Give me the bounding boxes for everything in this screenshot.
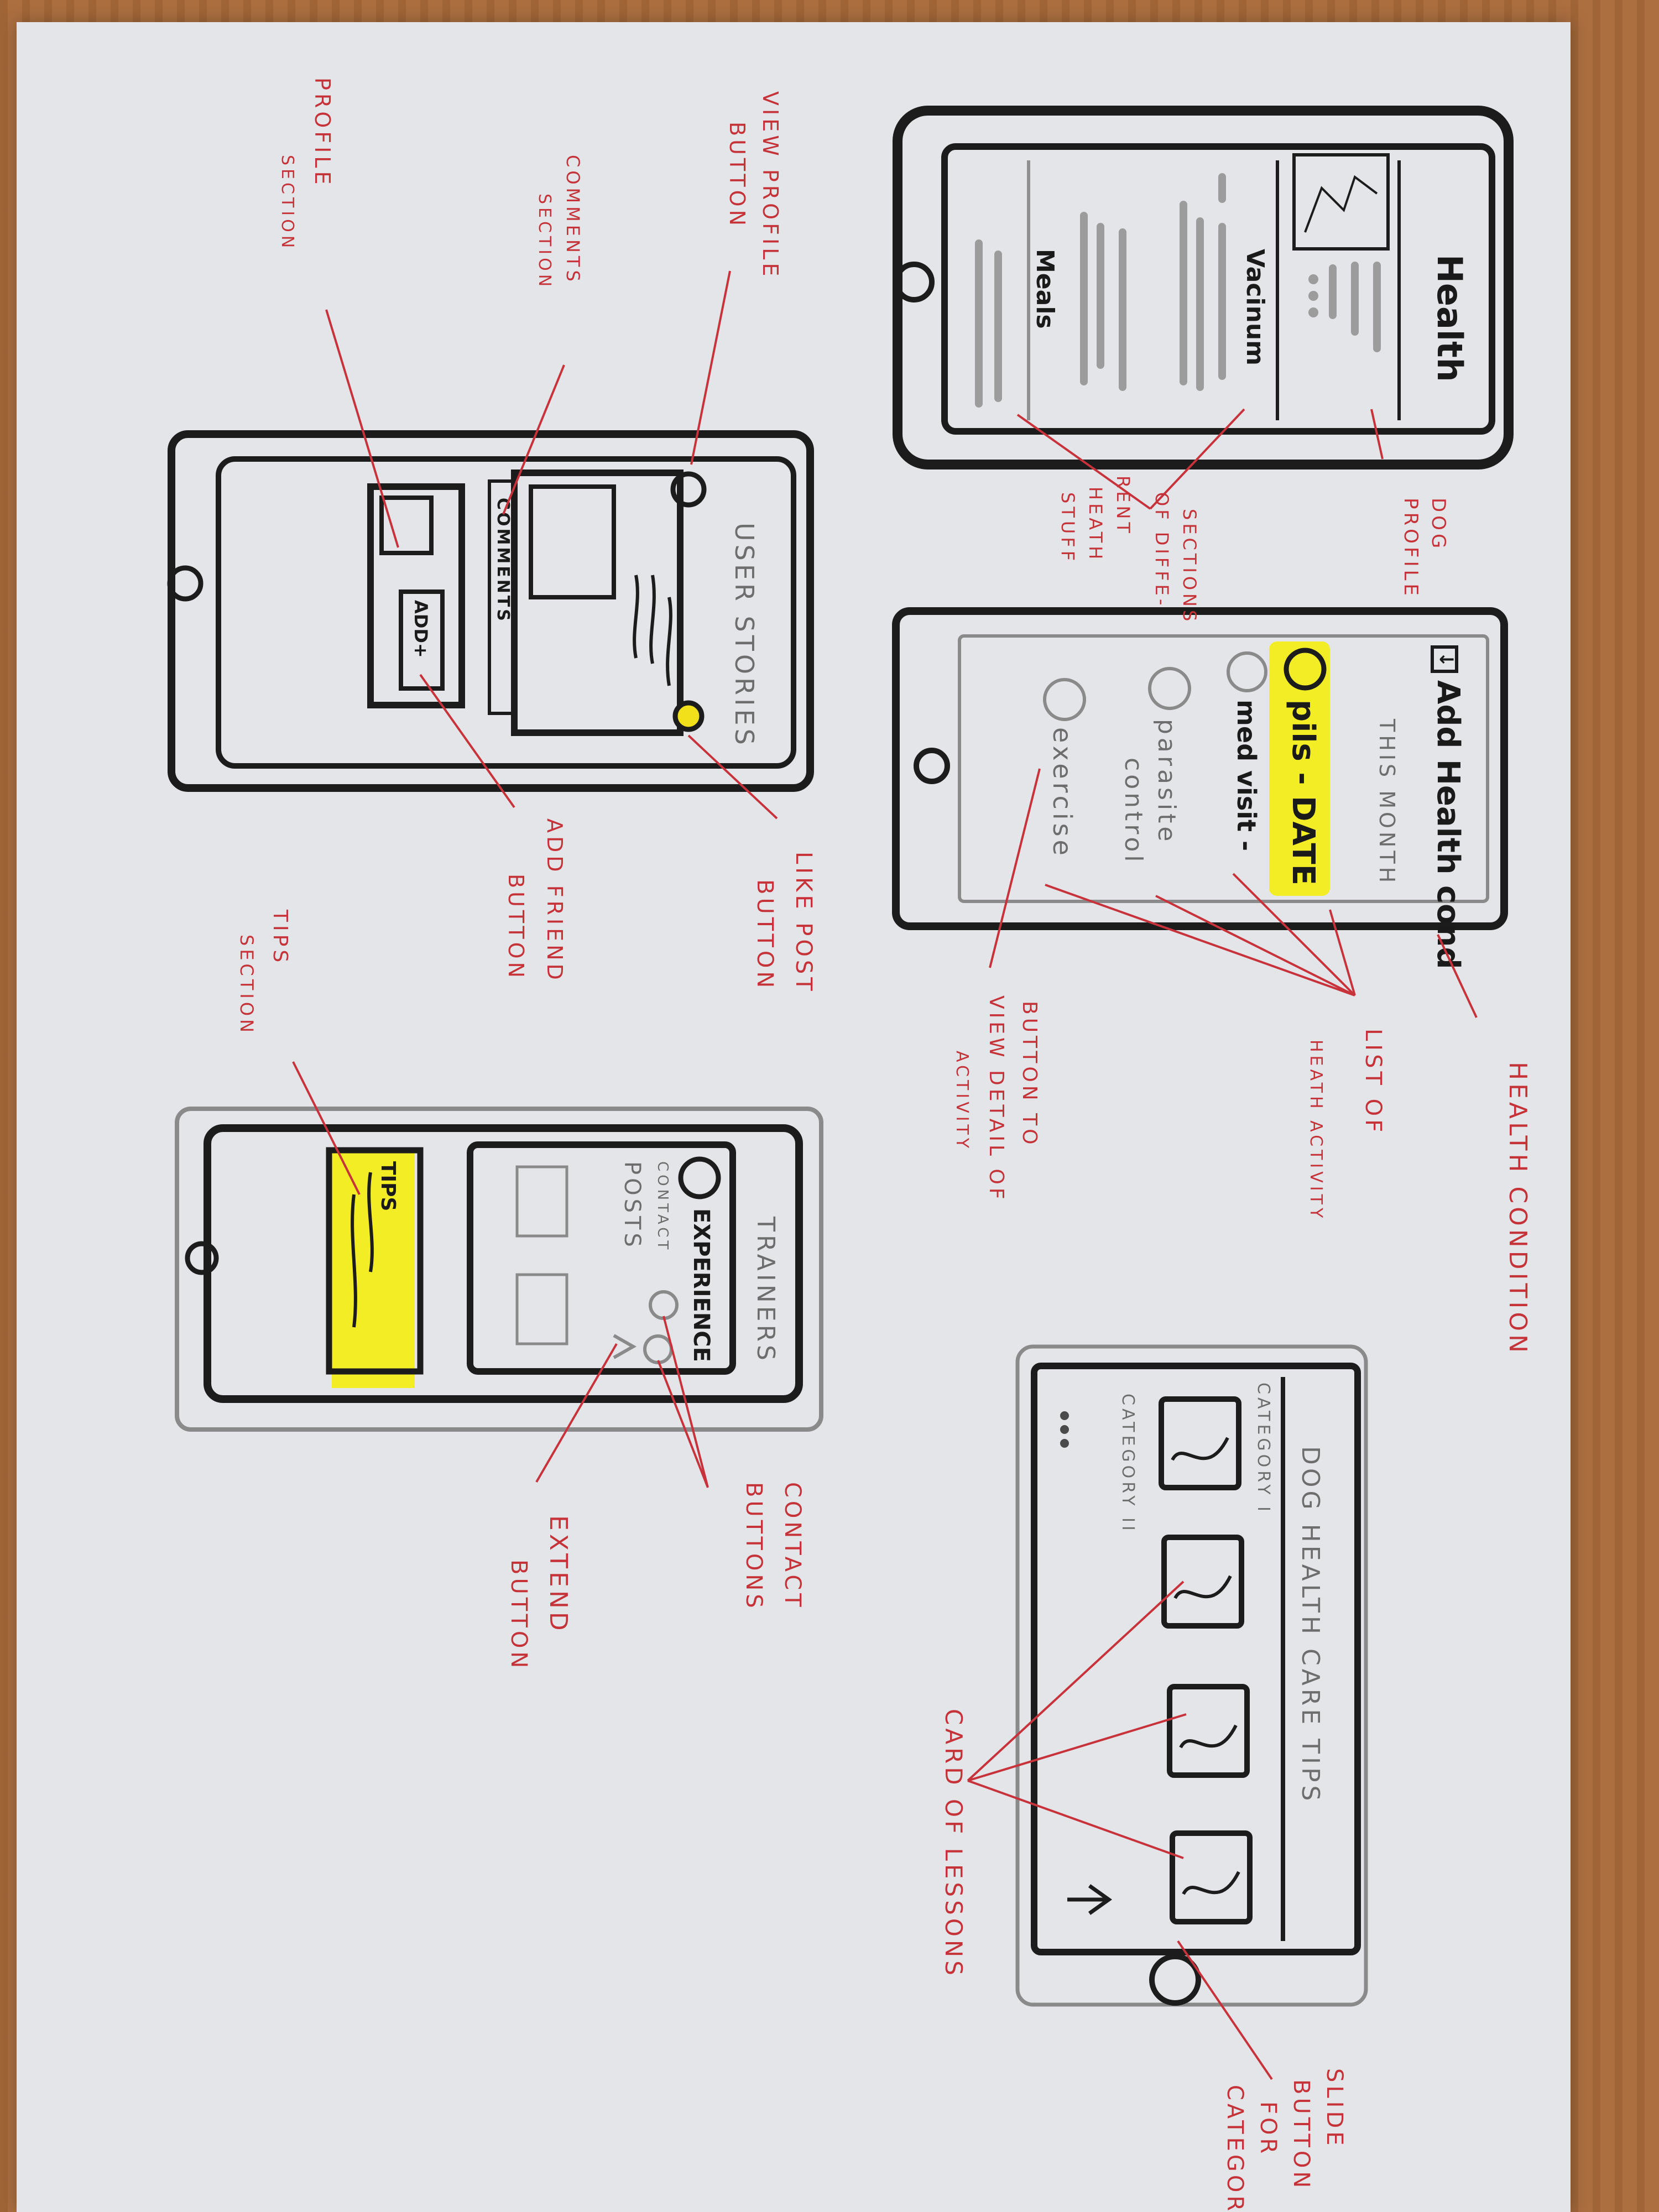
annot-comments-2: SECTION: [535, 194, 554, 290]
annot-sections-2: OF DIFFE-: [1151, 492, 1172, 608]
lesson-card[interactable]: [1161, 1535, 1244, 1629]
annot-add-friend-1: ADD FRIEND: [542, 818, 567, 983]
home-button-icon: [914, 748, 950, 784]
add-button-label: ADD+: [410, 600, 431, 658]
home-button-icon: [185, 1241, 219, 1275]
comments-label: COMMENTS: [493, 498, 513, 623]
annot-slide-4: CATEGORIES: [1222, 2085, 1248, 2212]
contact-label: CONTACT: [654, 1161, 671, 1253]
svg-text:←: ←: [1439, 648, 1455, 670]
annot-contact-1: CONTACT: [780, 1482, 805, 1610]
annot-slide-3: FOR: [1255, 2101, 1281, 2157]
category-2-label[interactable]: CATEGORY II: [1118, 1394, 1138, 1534]
annot-button-to-2: VIEW DETAIL OF: [985, 995, 1008, 1202]
this-month-label: THIS MONTH: [1375, 718, 1399, 886]
item-pills[interactable]: pils - DATE: [1285, 700, 1321, 885]
phone-dog-profile: Health Vacinum Meals: [893, 106, 1514, 469]
home-button-icon: [1149, 1954, 1201, 2006]
extend-chevron-icon[interactable]: [613, 1334, 637, 1359]
annot-card-of-lessons: CARD OF LESSONS: [940, 1709, 967, 1979]
med-visit-icon[interactable]: [1227, 651, 1267, 692]
item-parasite-control[interactable]: control: [1119, 758, 1147, 865]
annot-dog-profile-2: PROFILE: [1400, 498, 1422, 599]
profile-section: [367, 483, 465, 708]
dog-photo-icon: [1292, 153, 1390, 251]
item-parasite[interactable]: parasite: [1152, 719, 1181, 844]
annot-button-to-1: BUTTON TO: [1018, 1001, 1041, 1147]
item-med-visit[interactable]: med visit -: [1232, 700, 1261, 851]
annot-contact-2: BUTTONS: [741, 1482, 766, 1611]
annot-like-post-1: LIKE POST: [791, 852, 816, 994]
annot-tips-1: TIPS: [269, 909, 291, 966]
annot-like-post-2: BUTTON: [752, 879, 778, 991]
add-health-header: Add Health cond: [1430, 680, 1466, 969]
like-post-button[interactable]: [672, 700, 705, 732]
parasite-icon[interactable]: [1148, 667, 1191, 710]
annot-sections-5: STUFF: [1057, 492, 1078, 564]
trainer-avatar-icon: [678, 1156, 721, 1199]
annotation-text: DOG PROFILE SECTIONS OF DIFFE- RENT HEAT…: [236, 77, 1532, 2212]
annot-tips-2: SECTION: [236, 935, 257, 1036]
tips-label: TIPS: [377, 1161, 399, 1211]
trainers-title: TRAINERS: [752, 1216, 780, 1364]
dog-profile-title: Health: [1430, 254, 1470, 382]
phone-health-tips: DOG HEALTH CARE TIPS CATEGORY I CATEGORY…: [1015, 1344, 1368, 2007]
annot-slide-2: BUTTON: [1288, 2079, 1314, 2191]
annot-list-of-2: HEATH ACTIVITY: [1306, 1040, 1326, 1221]
item-exercise[interactable]: exercise: [1047, 727, 1077, 859]
annot-sections-1: SECTIONS: [1179, 509, 1200, 624]
health-tips-title: DOG HEALTH CARE TIPS: [1296, 1446, 1324, 1804]
contact-button[interactable]: [649, 1290, 679, 1320]
tab-vaccinum[interactable]: Vacinum: [1241, 249, 1269, 366]
annot-add-friend-2: BUTTON: [504, 874, 528, 981]
annot-dog-profile-1: DOG: [1427, 498, 1449, 551]
annot-profile-1: PROFILE: [310, 77, 335, 187]
annot-extend-1: EXTEND: [544, 1515, 572, 1634]
annot-health-condition: HEALTH CONDITION: [1504, 1062, 1532, 1356]
annot-sections-3: RENT: [1113, 476, 1134, 536]
annot-extend-2: BUTTON: [506, 1559, 531, 1671]
annot-view-profile-1: VIEW PROFILE: [758, 91, 782, 279]
category-1-label[interactable]: CATEGORY I: [1254, 1383, 1273, 1515]
tab-meals[interactable]: Meals: [1031, 249, 1059, 329]
paper-sheet: Health Vacinum Meals ← Add Health cond T…: [17, 22, 1571, 2212]
annot-profile-2: SECTION: [278, 155, 297, 251]
phone-user-stories: COMMENTS ADD+ USER STORIES: [167, 430, 814, 792]
lesson-card[interactable]: [1159, 1396, 1241, 1490]
annot-sections-4: HEATH: [1085, 487, 1106, 562]
user-stories-title: USER STORIES: [729, 523, 759, 748]
annot-view-profile-2: BUTTON: [725, 122, 749, 229]
posts-label: POSTS: [619, 1161, 645, 1250]
exercise-icon[interactable]: [1043, 678, 1086, 721]
lesson-card[interactable]: [1170, 1830, 1253, 1924]
wireframe-sketch: Health Vacinum Meals ← Add Health cond T…: [167, 77, 1532, 2212]
annot-list-of-1: LIST OF: [1360, 1029, 1386, 1135]
tips-highlight: [332, 1150, 415, 1388]
phone-trainers: EXPERIENCE CONTACT POSTS TIPS TRAINERS: [175, 1107, 823, 1432]
annot-comments-1: COMMENTS: [562, 155, 583, 285]
contact-button[interactable]: [643, 1334, 673, 1364]
slide-arrow-icon[interactable]: [1067, 1884, 1113, 1915]
phone-add-health: ← Add Health cond THIS MONTH pils - DATE…: [892, 607, 1508, 969]
post-thumbnail[interactable]: [515, 1165, 568, 1238]
avatar-icon: [379, 495, 434, 555]
post-thumbnail[interactable]: [515, 1273, 568, 1345]
story-image-icon: [529, 484, 616, 599]
annot-slide-1: SLIDE: [1322, 2068, 1347, 2149]
experience-label: EXPERIENCE: [688, 1208, 714, 1362]
annot-button-to-3: ACTIVITY: [952, 1051, 972, 1151]
lesson-card[interactable]: [1167, 1684, 1250, 1778]
